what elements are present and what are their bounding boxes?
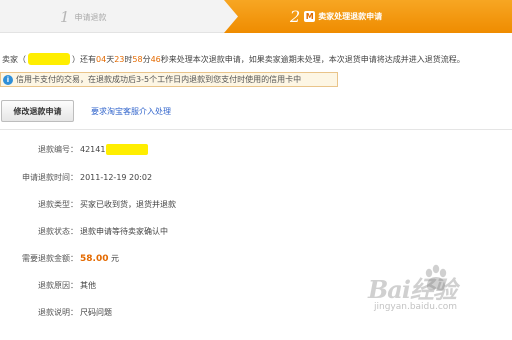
status-label: 退款状态： [38,227,78,236]
detail-row-type: 退款类型： 买家已收到货，退货并退款 [0,198,512,211]
countdown-hours-unit: 时 [124,54,133,64]
seller-name-redacted [28,53,70,65]
type-label: 退款类型： [38,200,78,209]
countdown-hours: 23 [114,54,125,64]
countdown-seconds: 46 [150,54,161,64]
modify-refund-button[interactable]: 修改退款申请 [1,100,74,122]
explanation-label: 退款说明： [38,308,78,317]
watermark-url: jingyan.baidu.com [374,302,458,312]
refund-id-value: 42141 [80,144,149,155]
amount-unit: 元 [111,254,120,263]
step-2-label: 卖家处理退款申请 [318,11,383,21]
step-1: 1 申请退款 [60,8,107,26]
detail-row-apply-time: 申请退款时间： 2011-12-19 20:02 [0,171,512,184]
countdown-days-unit: 天 [106,54,115,64]
divider [0,129,512,130]
countdown-tail: 秒来处理本次退款申请，如果卖家逾期未处理，本次退货申请将达成并进入退货流程。 [160,54,465,64]
notice-text: 信用卡支付的交易，在退款成功后3-5个工作日内退款到您支付时使用的信用卡中 [16,75,302,84]
countdown-prefix: 卖家（ [2,54,26,64]
credit-card-notice: i 信用卡支付的交易，在退款成功后3-5个工作日内退款到您支付时使用的信用卡中 [0,72,338,87]
countdown-message: 卖家（ ）还有 04 天 23 时 58 分 46 秒来处理本次退款申请，如果卖… [2,53,465,65]
step-1-label: 申请退款 [74,12,107,22]
reason-value: 其他 [80,281,96,290]
countdown-minutes: 58 [132,54,143,64]
countdown-suffix: ）还有 [72,54,96,64]
step-1-number: 1 [60,8,70,26]
step-2-icon: M [304,10,316,22]
paw-icon [425,264,447,291]
step-bar: 1 申请退款 2 M 卖家处理退款申请 [0,0,512,33]
explanation-value: 尺码问题 [80,308,112,317]
apply-time-label: 申请退款时间： [22,173,78,182]
refund-id-number: 42141 [80,145,106,154]
step-2-number: 2 [290,6,301,26]
countdown-days: 04 [96,54,107,64]
apply-time-value: 2011-12-19 20:02 [80,173,153,182]
amount-label: 需要退款金额： [22,254,78,263]
baidu-jingyan-watermark: Bai经验 jingyan.baidu.com [368,264,506,322]
type-value: 买家已收到货，退货并退款 [80,200,176,209]
amount-value: 58.00 元 [80,253,119,264]
detail-row-status: 退款状态： 退款申请等待卖家确认中 [0,225,512,238]
status-value: 退款申请等待卖家确认中 [80,227,168,236]
request-customer-service-link[interactable]: 要求淘宝客服介入处理 [91,106,171,117]
step-2: 2 M 卖家处理退款申请 [290,6,382,26]
refund-id-redacted [106,144,149,155]
detail-row-refund-id: 退款编号： 42141 [0,143,512,156]
info-icon: i [3,74,13,85]
countdown-minutes-unit: 分 [142,54,151,64]
amount-number: 58.00 [80,254,109,264]
reason-label: 退款原因： [38,281,78,290]
refund-id-label: 退款编号： [38,145,78,154]
